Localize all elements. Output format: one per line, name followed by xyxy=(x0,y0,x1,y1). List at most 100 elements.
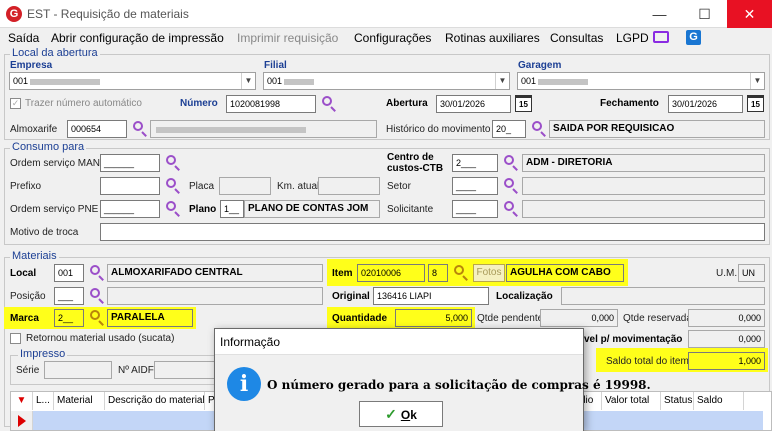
chevron-down-icon: ▼ xyxy=(241,73,255,89)
dialog-body: i O número gerado para a solicitação de … xyxy=(215,355,651,431)
grid-col-valor-total[interactable]: Valor total xyxy=(602,392,661,410)
garagem-select[interactable]: 001 ▼ xyxy=(517,72,765,90)
solicitante-desc-field xyxy=(522,200,765,218)
search-icon[interactable] xyxy=(530,120,548,138)
quantidade-field[interactable]: 5,000 xyxy=(395,309,472,327)
almoxarife-field[interactable]: 000654 xyxy=(67,120,127,138)
chevron-down-icon: ▼ xyxy=(750,73,764,89)
check-icon: ✓ xyxy=(385,406,397,422)
qtde-pendente-field: 0,000 xyxy=(540,309,618,327)
search-icon[interactable] xyxy=(131,120,149,138)
saldo-field: 1,000 xyxy=(688,352,765,370)
dialog-message: O número gerado para a solicitação de co… xyxy=(267,378,651,392)
local-code-field[interactable]: 001 xyxy=(54,264,84,282)
local-desc-field: ALMOXARIFADO CENTRAL xyxy=(107,264,323,282)
search-icon[interactable] xyxy=(502,200,520,218)
setor-field[interactable]: ____ xyxy=(452,177,498,195)
um-label: U.M. xyxy=(716,268,738,279)
maximize-button[interactable]: ☐ xyxy=(682,0,727,28)
posicao-label: Posição xyxy=(10,291,46,302)
info-icon: i xyxy=(227,367,261,401)
grid-col-saldo[interactable]: Saldo xyxy=(694,392,744,410)
aidf-field xyxy=(154,361,218,379)
info-dialog: Informação i O número gerado para a soli… xyxy=(214,328,651,431)
app-logo-icon: G xyxy=(6,6,22,22)
numero-field[interactable]: 1020081998 xyxy=(226,95,316,113)
empresa-value: 001 xyxy=(13,76,29,86)
menu-abrir-config-impressao[interactable]: Abrir configuração de impressão xyxy=(51,31,224,45)
retornou-checkbox[interactable] xyxy=(10,333,21,344)
search-icon[interactable] xyxy=(452,264,470,282)
original-field[interactable]: 136416 LIAPI xyxy=(373,287,489,305)
solicitante-field[interactable]: ____ xyxy=(452,200,498,218)
sort-down-icon[interactable]: ▼ xyxy=(11,392,33,410)
centro-label-line2: custos-CTB xyxy=(387,163,444,174)
trazer-numero-label: Trazer número automático xyxy=(25,98,142,109)
item-code-field[interactable]: 02010006 xyxy=(357,264,425,282)
calendar-icon[interactable]: 15 xyxy=(747,95,764,112)
centro-custos-label: Centro de custos-CTB xyxy=(387,152,443,174)
item-desc-field: AGULHA COM CABO xyxy=(506,264,624,282)
localizacao-label: Localização xyxy=(496,291,553,302)
calendar-icon[interactable]: 15 xyxy=(515,95,532,112)
trazer-numero-checkbox[interactable]: ✓ xyxy=(10,98,21,109)
monitor-icon[interactable] xyxy=(653,31,669,43)
grid-col-descricao[interactable]: Descrição do material xyxy=(105,392,205,410)
centro-label-line1: Centro de xyxy=(387,152,434,163)
fechamento-date-field[interactable]: 30/01/2026 xyxy=(668,95,743,113)
menu-rotinas-auxiliares[interactable]: Rotinas auxiliares xyxy=(445,31,540,45)
search-icon[interactable] xyxy=(502,154,520,172)
search-icon[interactable] xyxy=(164,200,182,218)
empresa-label: Empresa xyxy=(10,60,53,71)
aidf-label: Nº AIDF xyxy=(118,365,154,376)
original-label: Original xyxy=(332,291,370,302)
item-digit-field[interactable]: 8 xyxy=(428,264,448,282)
plano-code-field[interactable]: 1__ xyxy=(220,200,244,218)
search-icon[interactable] xyxy=(88,287,106,305)
plano-label: Plano xyxy=(189,204,217,215)
marca-code-field[interactable]: 2__ xyxy=(54,309,84,327)
grid-col-status[interactable]: Status xyxy=(661,392,694,410)
grid-col-l[interactable]: L... xyxy=(33,392,54,410)
search-icon[interactable] xyxy=(164,154,182,172)
garagem-value: 001 xyxy=(521,76,537,86)
ok-button[interactable]: ✓ Ok xyxy=(359,401,443,427)
grid-col-material[interactable]: Material xyxy=(54,392,105,410)
local-label: Local xyxy=(10,268,37,279)
search-icon[interactable] xyxy=(88,264,106,282)
menu-lgpd[interactable]: LGPD xyxy=(616,31,649,45)
centro-code-field[interactable]: 2___ xyxy=(452,154,498,172)
group-title-consumo: Consumo para xyxy=(10,141,87,153)
menu-imprimir-requisicao[interactable]: Imprimir requisição xyxy=(237,31,338,45)
posicao-field[interactable]: ___ xyxy=(54,287,84,305)
historico-code-field[interactable]: 20_ xyxy=(492,120,526,138)
plano-desc-field: PLANO DE CONTAS JOM xyxy=(244,200,380,218)
os-man-label: Ordem serviço MAN xyxy=(10,158,101,169)
os-man-field[interactable]: ______ xyxy=(100,154,160,172)
filial-select[interactable]: 001 ▼ xyxy=(263,72,510,90)
qtde-reservada-label: Qtde reservada xyxy=(623,313,692,324)
title-bar: G EST - Requisição de materiais — ☐ ✕ xyxy=(0,0,772,28)
prefixo-field[interactable] xyxy=(100,177,160,195)
minimize-button[interactable]: — xyxy=(637,0,682,28)
search-icon[interactable] xyxy=(320,95,338,113)
app-logo-icon[interactable]: G xyxy=(686,30,701,45)
motivo-troca-field[interactable] xyxy=(100,223,765,241)
localizacao-field xyxy=(561,287,765,305)
prefixo-label: Prefixo xyxy=(10,181,42,192)
dialog-title: Informação xyxy=(220,335,281,349)
almoxarife-name-field xyxy=(150,120,377,138)
os-pne-field[interactable]: ______ xyxy=(100,200,160,218)
search-icon[interactable] xyxy=(164,177,182,195)
empresa-select[interactable]: 001 ▼ xyxy=(9,72,256,90)
menu-configuracoes[interactable]: Configurações xyxy=(354,31,431,45)
search-icon[interactable] xyxy=(88,309,106,327)
group-title-materiais: Materiais xyxy=(10,250,59,262)
menu-consultas[interactable]: Consultas xyxy=(550,31,603,45)
abertura-date-field[interactable]: 30/01/2026 xyxy=(436,95,511,113)
menu-saida[interactable]: Saída xyxy=(8,31,39,45)
fotos-button[interactable]: Fotos xyxy=(473,264,505,282)
close-button[interactable]: ✕ xyxy=(727,0,772,28)
search-icon[interactable] xyxy=(502,177,520,195)
ok-accelerator: O xyxy=(400,408,411,422)
